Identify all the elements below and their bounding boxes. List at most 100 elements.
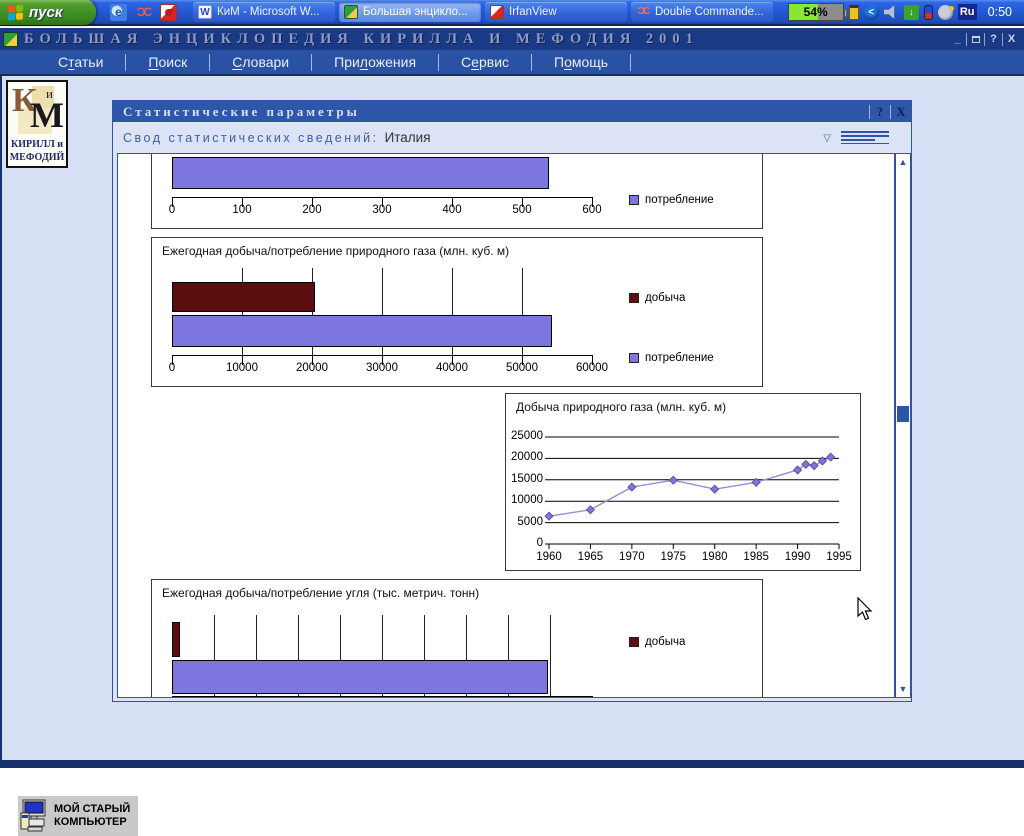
- axis-tick: [256, 696, 257, 698]
- help-button[interactable]: ?: [985, 29, 1002, 49]
- bar-потребление: [172, 660, 548, 694]
- y-axis-label: 20000: [503, 451, 543, 463]
- chart-Ежегодная добыча/потребление природного газа (млн. куб. м): Ежегодная добыча/потребление природного …: [151, 237, 763, 387]
- axis-tick-label: 300: [354, 204, 410, 216]
- dialog-titlebar[interactable]: Статистические параметры ? X: [113, 101, 911, 122]
- charts-scroll-area: 0100200300400500600потреблениеЕжегодная …: [117, 153, 895, 698]
- x-axis-label: 1985: [737, 551, 775, 563]
- menu-item-поиск[interactable]: Поиск: [134, 54, 201, 70]
- data-point-1965: [586, 506, 594, 514]
- y-axis-label: 15000: [503, 473, 543, 485]
- chart-gridline: [550, 615, 551, 696]
- task-button[interactable]: WКиМ - Microsoft W...: [193, 2, 335, 22]
- dropdown-icon[interactable]: ▽: [823, 134, 831, 144]
- y-axis-label: 5000: [503, 516, 543, 528]
- y-axis-label: 25000: [503, 430, 543, 442]
- data-point-1994: [827, 453, 835, 461]
- axis-tick-label: 40000: [424, 362, 480, 374]
- data-point-1992: [810, 462, 818, 470]
- battery-gauge: 54%: [788, 3, 844, 21]
- list-menu-icon[interactable]: [841, 131, 889, 144]
- task-button-label: IrfanView: [509, 6, 557, 18]
- antivirus-icon[interactable]: ↓: [904, 5, 919, 20]
- dialog-close-button[interactable]: X: [891, 104, 911, 120]
- data-point-1991: [802, 460, 810, 468]
- menu-item-приложения[interactable]: Приложения: [320, 54, 430, 70]
- close-button[interactable]: X: [1003, 29, 1020, 49]
- x-axis-label: 1975: [654, 551, 692, 563]
- start-button[interactable]: пуск: [0, 0, 96, 25]
- irfanview-icon: [490, 5, 504, 19]
- restore-button[interactable]: [967, 29, 984, 49]
- battery-small-icon[interactable]: [849, 5, 859, 20]
- data-point-1980: [711, 485, 719, 493]
- scroll-up-arrow[interactable]: ▲: [897, 155, 909, 169]
- minimize-button[interactable]: _: [949, 29, 966, 49]
- legend-item-потребление: потребление: [629, 194, 714, 206]
- taskbar: пуск e ƆC WКиМ - Microsoft W...Большая эн…: [0, 0, 1024, 26]
- menu-separator: [630, 54, 631, 71]
- language-indicator[interactable]: Ru: [958, 4, 977, 20]
- x-axis-label: 1960: [530, 551, 568, 563]
- logo-text-line1: КИРИЛЛ и: [8, 139, 66, 150]
- summary-label: Свод статистических сведений:: [113, 131, 379, 145]
- x-axis-label: 1995: [820, 551, 858, 563]
- dialog-header-icons: ▽: [823, 131, 911, 144]
- scrollbar-thumb[interactable]: [897, 406, 909, 422]
- irfanview-icon[interactable]: [160, 4, 177, 21]
- task-button[interactable]: IrfanView: [485, 2, 627, 22]
- dialog-controls: ? X: [869, 101, 911, 122]
- ie-icon[interactable]: e: [110, 4, 127, 21]
- y-axis-label: 0: [503, 537, 543, 549]
- start-label: пуск: [29, 4, 62, 21]
- scroll-down-arrow[interactable]: ▼: [897, 682, 909, 696]
- volume-icon[interactable]: [884, 5, 899, 20]
- legend-label: добыча: [645, 292, 685, 304]
- menu-separator: [531, 54, 532, 71]
- desktop-icon-label-line1: МОЙ СТАРЫЙ: [54, 803, 130, 816]
- chart-title: Ежегодная добыча/потребление природного …: [162, 244, 509, 258]
- menu-item-словари[interactable]: Словари: [218, 54, 303, 70]
- menu-separator: [209, 54, 210, 71]
- menu-item-сервис[interactable]: Сервис: [447, 54, 523, 70]
- desktop-icon-label-line2: КОМПЬЮТЕР: [54, 816, 130, 829]
- bottom-window-edge: [0, 760, 1024, 768]
- axis-tick: [592, 696, 593, 698]
- axis-tick-label: 100: [214, 204, 270, 216]
- system-tray: 54% < ↓ Ru 0:50: [788, 3, 1024, 21]
- messenger-icon[interactable]: <: [864, 5, 879, 20]
- chart-title: Ежегодная добыча/потребление угля (тыс. …: [162, 586, 479, 600]
- legend-swatch: [629, 637, 639, 647]
- chart-title: Добыча природного газа (млн. куб. м): [516, 400, 726, 414]
- double-commander-icon[interactable]: ƆC: [135, 4, 152, 21]
- logo-letter-m: М: [30, 94, 64, 136]
- bar-потребление: [172, 157, 549, 189]
- axis-tick-label: 20000: [284, 362, 340, 374]
- word-icon: W: [198, 5, 212, 19]
- task-buttons: WКиМ - Microsoft W...Большая энцикло... I…: [193, 2, 773, 22]
- double-commander-icon: ƆC: [636, 5, 650, 19]
- dialog-help-button[interactable]: ?: [870, 104, 890, 120]
- modem-icon[interactable]: [938, 5, 953, 20]
- taskbar-clock: 0:50: [982, 5, 1016, 19]
- axis-tick-label: 0: [144, 204, 200, 216]
- vertical-scrollbar[interactable]: ▲ ▼: [895, 153, 911, 698]
- axis-tick: [508, 696, 509, 698]
- task-button-label: Double Commande...: [655, 6, 764, 18]
- menu-separator: [125, 54, 126, 71]
- task-button[interactable]: Большая энцикло...: [339, 2, 481, 22]
- legend-item-потребление: потребление: [629, 352, 714, 364]
- menu-bar: Статьи Поиск Словари Приложения Сервис Помощь: [0, 50, 1024, 76]
- axis-tick-label: 30000: [354, 362, 410, 374]
- desktop: К и М КИРИЛЛ и МЕФОДИЙ Статистические па…: [0, 76, 1024, 760]
- legend-item-добыча: добыча: [629, 636, 685, 648]
- axis-tick-label: 10000: [214, 362, 270, 374]
- menu-item-статьи[interactable]: Статьи: [44, 54, 117, 70]
- legend-swatch: [629, 293, 639, 303]
- app-titlebar: БОЛЬШАЯ ЭНЦИКЛОПЕДИЯ КИРИЛЛА И МЕФОДИЯ 2…: [0, 28, 1024, 50]
- restore-icon: [972, 36, 980, 43]
- menu-item-помощь[interactable]: Помощь: [540, 54, 622, 70]
- charger-icon[interactable]: [924, 5, 933, 20]
- task-button[interactable]: ƆC Double Commande...: [631, 2, 773, 22]
- my-computer-desktop-icon[interactable]: МОЙ СТАРЫЙ КОМПЬЮТЕР: [18, 796, 138, 836]
